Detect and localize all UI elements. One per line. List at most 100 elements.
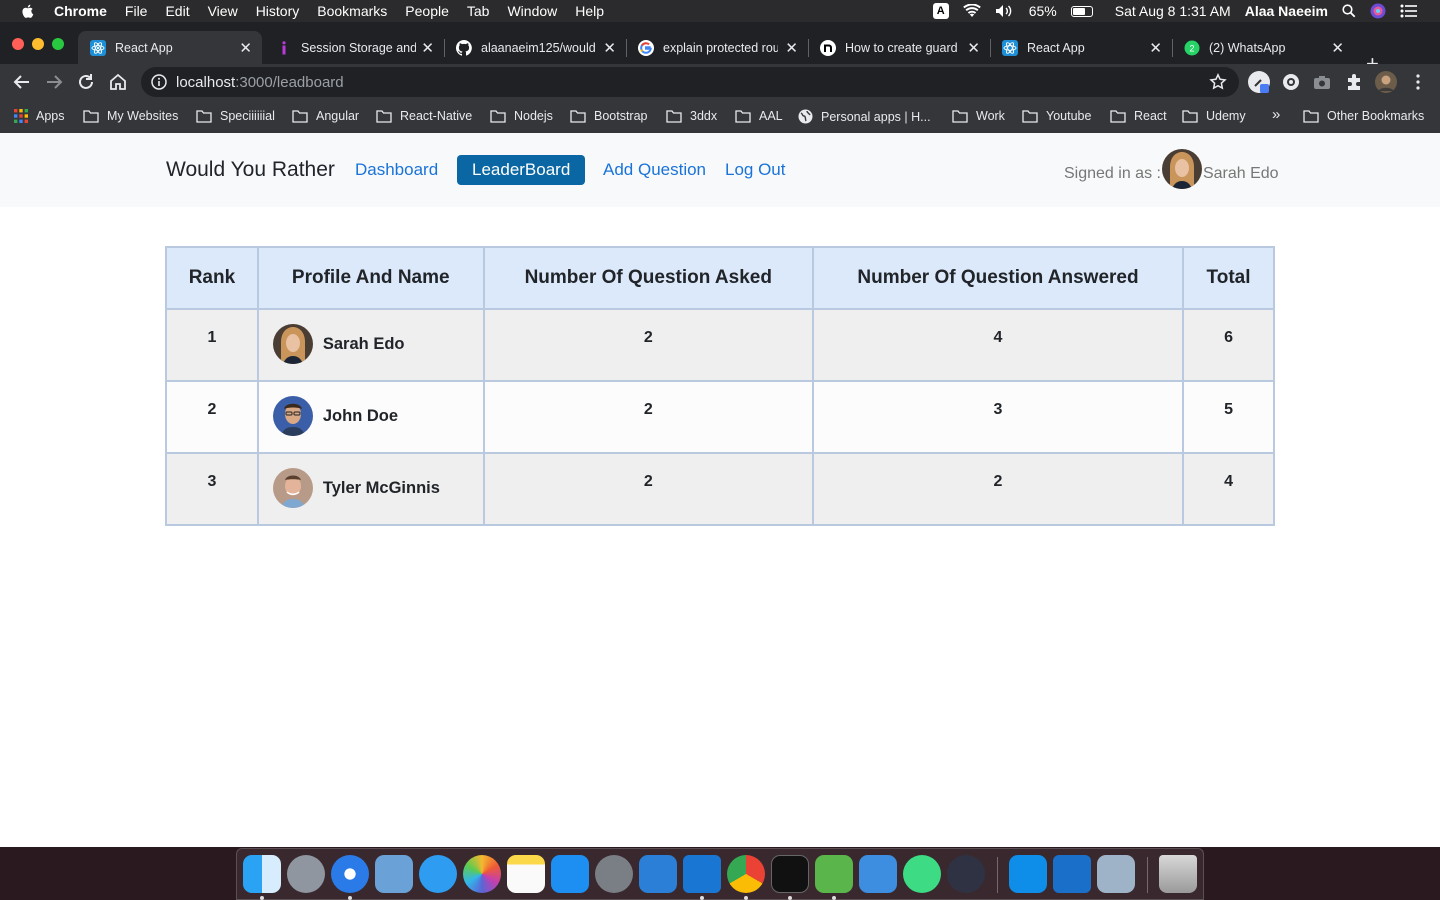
bookmark-folder[interactable]: React-Native bbox=[376, 109, 472, 123]
total-cell: 6 bbox=[1182, 308, 1275, 382]
minimize-window-button[interactable] bbox=[32, 38, 44, 50]
battery-icon[interactable] bbox=[1070, 5, 1093, 17]
messages-icon[interactable] bbox=[419, 855, 457, 893]
camera-icon[interactable] bbox=[1313, 73, 1331, 91]
volume-icon[interactable] bbox=[995, 4, 1015, 18]
safari-icon[interactable] bbox=[331, 855, 369, 893]
bookmark-folder[interactable]: Angular bbox=[292, 109, 359, 123]
menu-view[interactable]: View bbox=[208, 3, 238, 19]
bookmark-folder[interactable]: My Websites bbox=[83, 109, 178, 123]
github-icon bbox=[456, 39, 472, 56]
bookmarks-bar: Apps My Websites Speciiiiiial Angular Re… bbox=[0, 101, 1440, 133]
launchpad-icon[interactable] bbox=[287, 855, 325, 893]
url-text: localhost:3000/leadboard bbox=[176, 74, 344, 91]
address-bar[interactable]: localhost:3000/leadboard bbox=[141, 67, 1239, 97]
tab-google-search[interactable]: explain protected rou ✕ bbox=[626, 31, 808, 64]
extensions-puzzle-icon[interactable] bbox=[1345, 73, 1363, 91]
vscode-icon[interactable] bbox=[683, 855, 721, 893]
tab-session-storage[interactable]: Session Storage and ✕ bbox=[264, 31, 444, 64]
finder-icon[interactable] bbox=[243, 855, 281, 893]
menu-file[interactable]: File bbox=[125, 3, 148, 19]
tab-github[interactable]: alaanaeim125/would ✕ bbox=[444, 31, 626, 64]
react-icon bbox=[90, 39, 106, 56]
bookmark-folder[interactable]: Bootstrap bbox=[570, 109, 648, 123]
terminal-icon[interactable] bbox=[771, 855, 809, 893]
tab-close-icon[interactable]: ✕ bbox=[785, 39, 798, 57]
profile-avatar-icon[interactable] bbox=[1375, 71, 1397, 93]
bookmark-folder[interactable]: Nodejs bbox=[490, 109, 553, 123]
preview-icon[interactable] bbox=[1097, 855, 1135, 893]
bookmarks-overflow-button[interactable]: » bbox=[1272, 106, 1280, 123]
sourcetree-icon[interactable] bbox=[815, 855, 853, 893]
forward-arrow-icon[interactable] bbox=[44, 72, 64, 92]
close-window-button[interactable] bbox=[12, 38, 24, 50]
asked-cell: 2 bbox=[482, 452, 814, 526]
tab-react-app-2[interactable]: React App ✕ bbox=[990, 31, 1172, 64]
bookmark-star-icon[interactable] bbox=[1209, 73, 1227, 91]
wifi-icon[interactable] bbox=[962, 4, 981, 18]
spotlight-icon[interactable] bbox=[1342, 4, 1356, 18]
teamviewer-icon[interactable] bbox=[1009, 855, 1047, 893]
extension-circle-icon[interactable] bbox=[1282, 73, 1300, 91]
user-name[interactable]: Alaa Naeeim bbox=[1245, 3, 1328, 19]
avatar bbox=[1161, 149, 1202, 189]
siri-icon[interactable] bbox=[1370, 3, 1386, 19]
nav-logout-link[interactable]: Log Out bbox=[725, 160, 786, 180]
bookmark-apps[interactable]: Apps bbox=[14, 109, 65, 123]
tab-close-icon[interactable]: ✕ bbox=[967, 39, 980, 57]
app-brand[interactable]: Would You Rather bbox=[166, 158, 335, 182]
tab-react-app-active[interactable]: React App ✕ bbox=[78, 31, 262, 64]
chrome-menu-icon[interactable] bbox=[1409, 73, 1427, 91]
xcode-icon[interactable] bbox=[859, 855, 897, 893]
trash-icon[interactable] bbox=[1159, 855, 1197, 893]
reload-icon[interactable] bbox=[76, 72, 96, 92]
menu-app-name[interactable]: Chrome bbox=[54, 3, 107, 19]
bookmark-personal-apps[interactable]: Personal apps | H... bbox=[798, 109, 931, 124]
electron-icon[interactable] bbox=[947, 855, 985, 893]
clock[interactable]: Sat Aug 8 1:31 AM bbox=[1115, 3, 1231, 19]
back-arrow-icon[interactable] bbox=[12, 72, 32, 92]
chrome-icon[interactable] bbox=[727, 855, 765, 893]
home-icon[interactable] bbox=[108, 72, 128, 92]
tab-close-icon[interactable]: ✕ bbox=[1149, 39, 1162, 57]
menu-edit[interactable]: Edit bbox=[165, 3, 189, 19]
tab-close-icon[interactable]: ✕ bbox=[1331, 39, 1344, 57]
notes-icon[interactable] bbox=[507, 855, 545, 893]
android-studio-icon[interactable] bbox=[903, 855, 941, 893]
extension-edit-icon[interactable] bbox=[1248, 71, 1270, 93]
menu-history[interactable]: History bbox=[256, 3, 300, 19]
tab-whatsapp[interactable]: 2 (2) WhatsApp ✕ bbox=[1172, 31, 1354, 64]
bookmark-folder[interactable]: Work bbox=[952, 109, 1005, 123]
xcode-simulator-icon[interactable] bbox=[639, 855, 677, 893]
bookmark-other[interactable]: Other Bookmarks bbox=[1303, 109, 1424, 123]
bookmark-folder[interactable]: Speciiiiiial bbox=[196, 109, 275, 123]
site-info-icon[interactable] bbox=[151, 74, 167, 90]
bookmark-folder[interactable]: AAL bbox=[735, 109, 783, 123]
bookmark-folder[interactable]: 3ddx bbox=[666, 109, 717, 123]
photos-icon[interactable] bbox=[463, 855, 501, 893]
input-source-icon[interactable]: A bbox=[932, 3, 949, 19]
tab-close-icon[interactable]: ✕ bbox=[421, 39, 434, 57]
menu-tab[interactable]: Tab bbox=[467, 3, 490, 19]
mail-icon[interactable] bbox=[375, 855, 413, 893]
tab-close-icon[interactable]: ✕ bbox=[603, 39, 616, 57]
system-preferences-icon[interactable] bbox=[595, 855, 633, 893]
bookmark-folder[interactable]: Youtube bbox=[1022, 109, 1091, 123]
vscode-insiders-icon[interactable] bbox=[1053, 855, 1091, 893]
bookmark-folder[interactable]: Udemy bbox=[1182, 109, 1246, 123]
menu-help[interactable]: Help bbox=[575, 3, 604, 19]
tab-guard-article[interactable]: How to create guard ✕ bbox=[808, 31, 990, 64]
maximize-window-button[interactable] bbox=[52, 38, 64, 50]
menu-window[interactable]: Window bbox=[507, 3, 557, 19]
menu-people[interactable]: People bbox=[405, 3, 449, 19]
apple-icon[interactable] bbox=[20, 3, 36, 19]
bookmark-folder[interactable]: React bbox=[1110, 109, 1167, 123]
nav-leaderboard-link[interactable]: LeaderBoard bbox=[457, 155, 586, 185]
app-store-icon[interactable] bbox=[551, 855, 589, 893]
nav-dashboard-link[interactable]: Dashboard bbox=[355, 160, 438, 180]
menu-bookmarks[interactable]: Bookmarks bbox=[317, 3, 387, 19]
control-center-icon[interactable] bbox=[1400, 4, 1418, 18]
nav-add-question-link[interactable]: Add Question bbox=[603, 160, 706, 180]
tab-close-icon[interactable]: ✕ bbox=[239, 39, 252, 57]
bookmark-label: Udemy bbox=[1206, 109, 1246, 123]
